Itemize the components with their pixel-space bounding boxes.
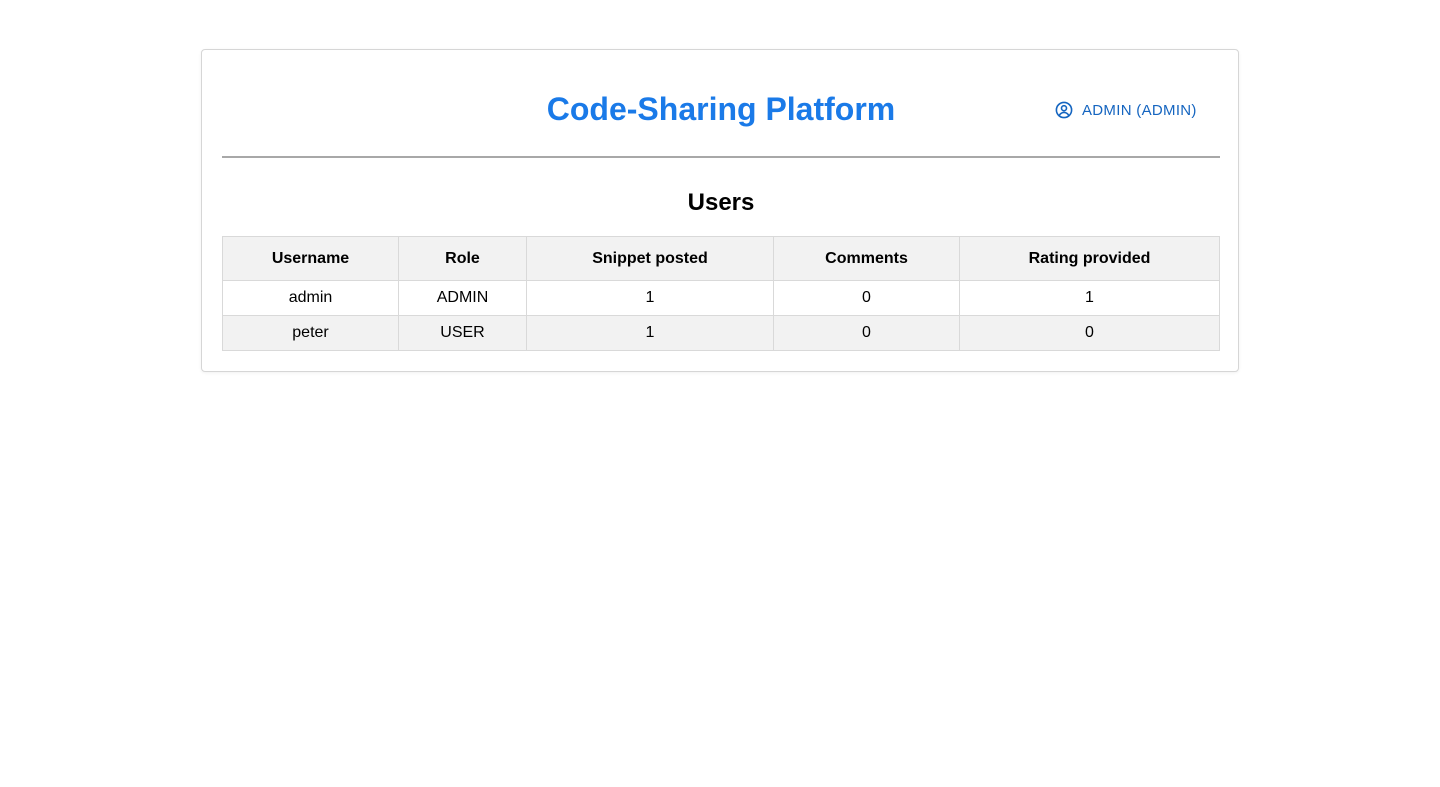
user-menu-button[interactable]: ADMIN (ADMIN) (1055, 100, 1197, 120)
page-header: Code-Sharing Platform ADMIN (ADMIN) (222, 50, 1220, 158)
column-header-comments: Comments (773, 236, 960, 281)
table-row: admin ADMIN 1 0 1 (222, 280, 1220, 316)
cell-comments: 0 (773, 315, 960, 351)
cell-role: ADMIN (398, 280, 527, 316)
cell-username: admin (222, 280, 399, 316)
table-header-row: Username Role Snippet posted Comments Ra… (222, 236, 1220, 281)
cell-snippet-posted: 1 (526, 315, 774, 351)
user-menu-label: ADMIN (ADMIN) (1082, 101, 1197, 119)
section-title: Users (687, 189, 755, 216)
cell-role: USER (398, 315, 527, 351)
column-header-username: Username (222, 236, 399, 281)
cell-snippet-posted: 1 (526, 280, 774, 316)
users-table: Username Role Snippet posted Comments Ra… (222, 236, 1220, 351)
cell-username: peter (222, 315, 399, 351)
table-row: peter USER 1 0 0 (222, 315, 1220, 351)
column-header-snippet-posted: Snippet posted (526, 236, 774, 281)
cell-rating-provided: 1 (959, 280, 1220, 316)
main-card: Code-Sharing Platform ADMIN (ADMIN) User… (201, 49, 1239, 372)
column-header-rating-provided: Rating provided (959, 236, 1220, 281)
cell-rating-provided: 0 (959, 315, 1220, 351)
column-header-role: Role (398, 236, 527, 281)
user-circle-icon (1055, 101, 1073, 119)
cell-comments: 0 (773, 280, 960, 316)
